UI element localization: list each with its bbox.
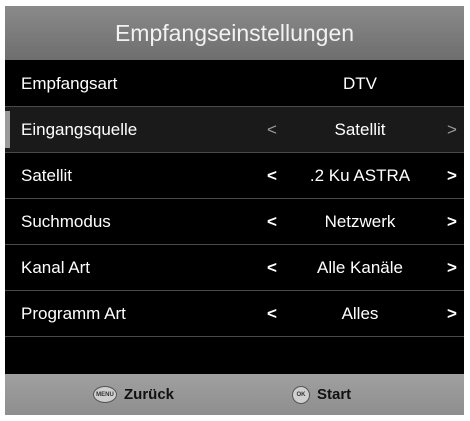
setting-label: Programm Art <box>21 304 126 323</box>
page-title: Empfangseinstellungen <box>5 6 464 60</box>
chevron-left-icon[interactable]: < <box>267 107 277 152</box>
back-button[interactable]: MENU Zurück <box>93 374 174 415</box>
setting-row-satellit[interactable]: Satellit < .2 Ku ASTRA > <box>5 153 464 199</box>
chevron-right-icon[interactable]: > <box>447 245 457 290</box>
setting-row-suchmodus[interactable]: Suchmodus < Netzwerk > <box>5 199 464 245</box>
footer-bar: MENU Zurück OK Start <box>5 374 464 415</box>
settings-panel: Empfangseinstellungen Empfangsart DTV Ei… <box>5 6 464 415</box>
setting-row-kanal-art[interactable]: Kanal Art < Alle Kanäle > <box>5 245 464 291</box>
chevron-left-icon[interactable]: < <box>267 245 277 290</box>
chevron-right-icon[interactable]: > <box>447 199 457 244</box>
setting-label: Satellit <box>21 166 73 185</box>
setting-row-empfangsart[interactable]: Empfangsart DTV <box>5 61 464 107</box>
setting-value: .2 Ku ASTRA <box>309 166 411 185</box>
menu-button-icon: MENU <box>93 386 117 403</box>
setting-value: Alles <box>341 304 379 323</box>
chevron-left-icon[interactable]: < <box>267 153 277 198</box>
start-button[interactable]: OK Start <box>292 374 351 415</box>
setting-value: Satellit <box>334 120 386 139</box>
setting-value: Alle Kanäle <box>316 258 403 277</box>
setting-label: Empfangsart <box>21 74 118 93</box>
setting-row-programm-art[interactable]: Programm Art < Alles > <box>5 291 464 337</box>
setting-label: Kanal Art <box>21 258 90 277</box>
setting-value: Netzwerk <box>324 212 396 231</box>
ok-button-icon: OK <box>292 385 310 404</box>
chevron-right-icon[interactable]: > <box>447 153 457 198</box>
start-label: Start <box>317 386 352 403</box>
chevron-right-icon[interactable]: > <box>447 107 457 152</box>
settings-list: Empfangsart DTV Eingangsquelle < Satelli… <box>5 61 464 337</box>
chevron-left-icon[interactable]: < <box>267 291 277 336</box>
back-label: Zurück <box>124 386 175 403</box>
chevron-right-icon[interactable]: > <box>447 291 457 336</box>
title-text: Empfangseinstellungen <box>114 19 355 46</box>
chevron-left-icon[interactable]: < <box>267 199 277 244</box>
setting-value: DTV <box>343 74 377 93</box>
selection-marker <box>5 111 10 148</box>
setting-label: Suchmodus <box>21 212 111 231</box>
setting-row-eingangsquelle[interactable]: Eingangsquelle < Satellit > <box>5 107 464 153</box>
setting-label: Eingangsquelle <box>21 120 138 139</box>
